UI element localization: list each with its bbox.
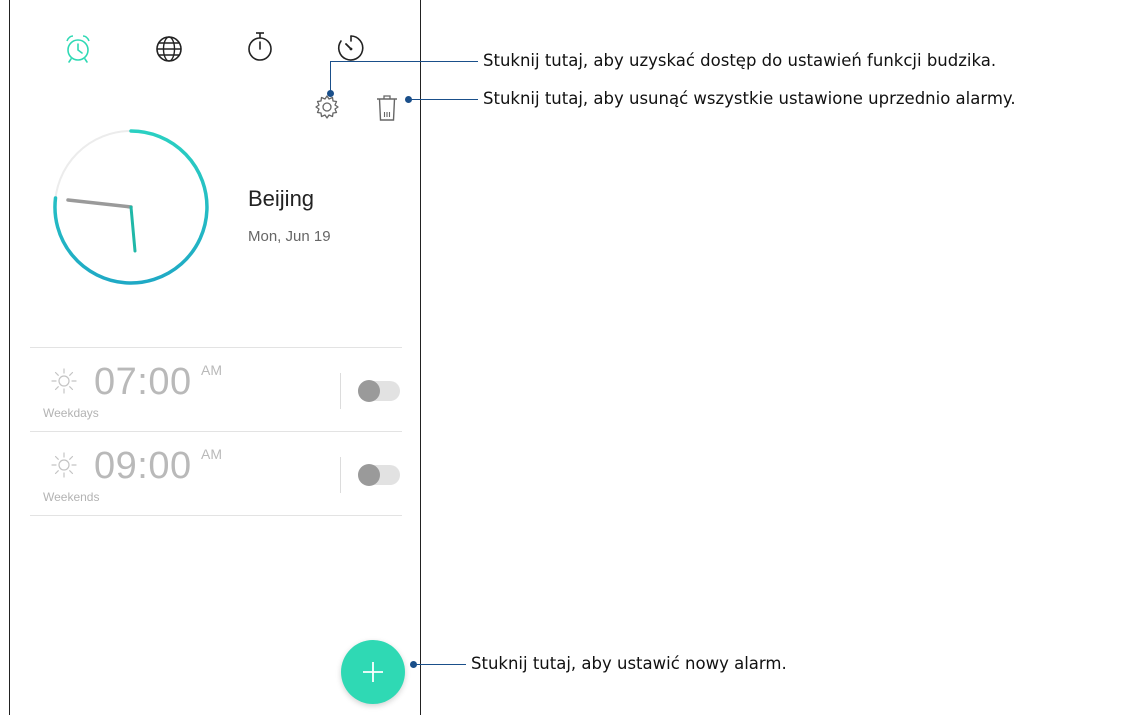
tab-world-clock[interactable]: [154, 34, 184, 64]
timer-icon: [337, 35, 364, 61]
world-clock-city: Beijing: [248, 186, 315, 211]
alarm-toggle[interactable]: [358, 380, 400, 402]
separator: [340, 457, 341, 493]
sun-icon: [51, 368, 77, 394]
callout-dot: [327, 90, 334, 97]
separator: [340, 373, 341, 409]
settings-button[interactable]: [314, 94, 340, 120]
alarm-row[interactable]: 09:00 AM Weekends: [30, 432, 402, 515]
add-alarm-button[interactable]: [341, 640, 405, 704]
stopwatch-icon: [248, 32, 272, 61]
delete-all-button[interactable]: [375, 94, 399, 122]
alarm-time: 07:00: [94, 361, 192, 403]
alarm-toggle[interactable]: [358, 464, 400, 486]
globe-icon: [156, 36, 182, 62]
callout-settings: Stuknij tutaj, aby uzyskać dostęp do ust…: [483, 51, 997, 70]
callout-line: [409, 99, 478, 100]
gear-icon: [315, 95, 339, 119]
phone-screen: Beijing Mon, Jun 19 07:00 AM Weekdays 09…: [9, 0, 421, 715]
tab-stopwatch[interactable]: [246, 31, 274, 63]
trash-icon: [377, 95, 397, 121]
tab-timer[interactable]: [336, 33, 366, 63]
callout-line: [330, 61, 331, 93]
alarm-repeat-label: Weekdays: [43, 406, 99, 420]
tab-alarm[interactable]: [63, 33, 93, 65]
callout-line: [330, 61, 478, 62]
alarm-repeat-label: Weekends: [43, 490, 100, 504]
divider: [30, 515, 402, 516]
alarm-clock-icon: [66, 35, 90, 63]
callout-line: [414, 664, 466, 665]
callout-delete-all: Stuknij tutaj, aby usunąć wszystkie usta…: [483, 89, 1016, 108]
alarm-row[interactable]: 07:00 AM Weekdays: [30, 348, 402, 431]
sun-icon: [51, 452, 77, 478]
callout-new-alarm: Stuknij tutaj, aby ustawić nowy alarm.: [471, 654, 787, 673]
alarm-ampm: AM: [201, 446, 222, 462]
alarm-time: 09:00: [94, 445, 192, 487]
plus-icon: [363, 662, 383, 682]
analog-clock: [48, 124, 214, 295]
toggle-knob: [358, 464, 380, 486]
world-clock-date: Mon, Jun 19: [248, 228, 331, 245]
toggle-knob: [358, 380, 380, 402]
alarm-ampm: AM: [201, 362, 222, 378]
